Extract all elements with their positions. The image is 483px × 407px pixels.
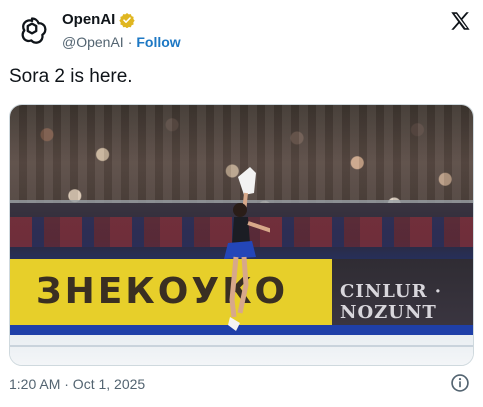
tweet-card: OpenAI @OpenAI · Follow Sora 2 is here. … xyxy=(0,0,483,407)
tweet-text: Sora 2 is here. xyxy=(9,66,133,87)
video-media[interactable]: ЗНЕКОУКО CINLUR · NOZUNT xyxy=(9,104,474,366)
account-handle[interactable]: @OpenAI xyxy=(62,34,124,50)
info-icon[interactable] xyxy=(450,373,470,393)
separator-dot: · xyxy=(127,34,133,50)
x-logo-icon[interactable] xyxy=(449,10,471,32)
account-name-row: OpenAI xyxy=(62,11,136,28)
board-sponsor-text-2: CINLUR · NOZUNT xyxy=(340,281,443,323)
handle-row: @OpenAI · Follow xyxy=(62,34,181,50)
timestamp[interactable]: 1:20 AM · Oct 1, 2025 xyxy=(9,376,145,392)
figure-skater xyxy=(224,167,270,331)
account-name[interactable]: OpenAI xyxy=(62,11,115,28)
verified-badge-icon[interactable] xyxy=(119,12,136,28)
openai-logo-icon[interactable] xyxy=(14,13,50,49)
follow-button[interactable]: Follow xyxy=(136,34,180,50)
ice-surface xyxy=(10,335,473,365)
